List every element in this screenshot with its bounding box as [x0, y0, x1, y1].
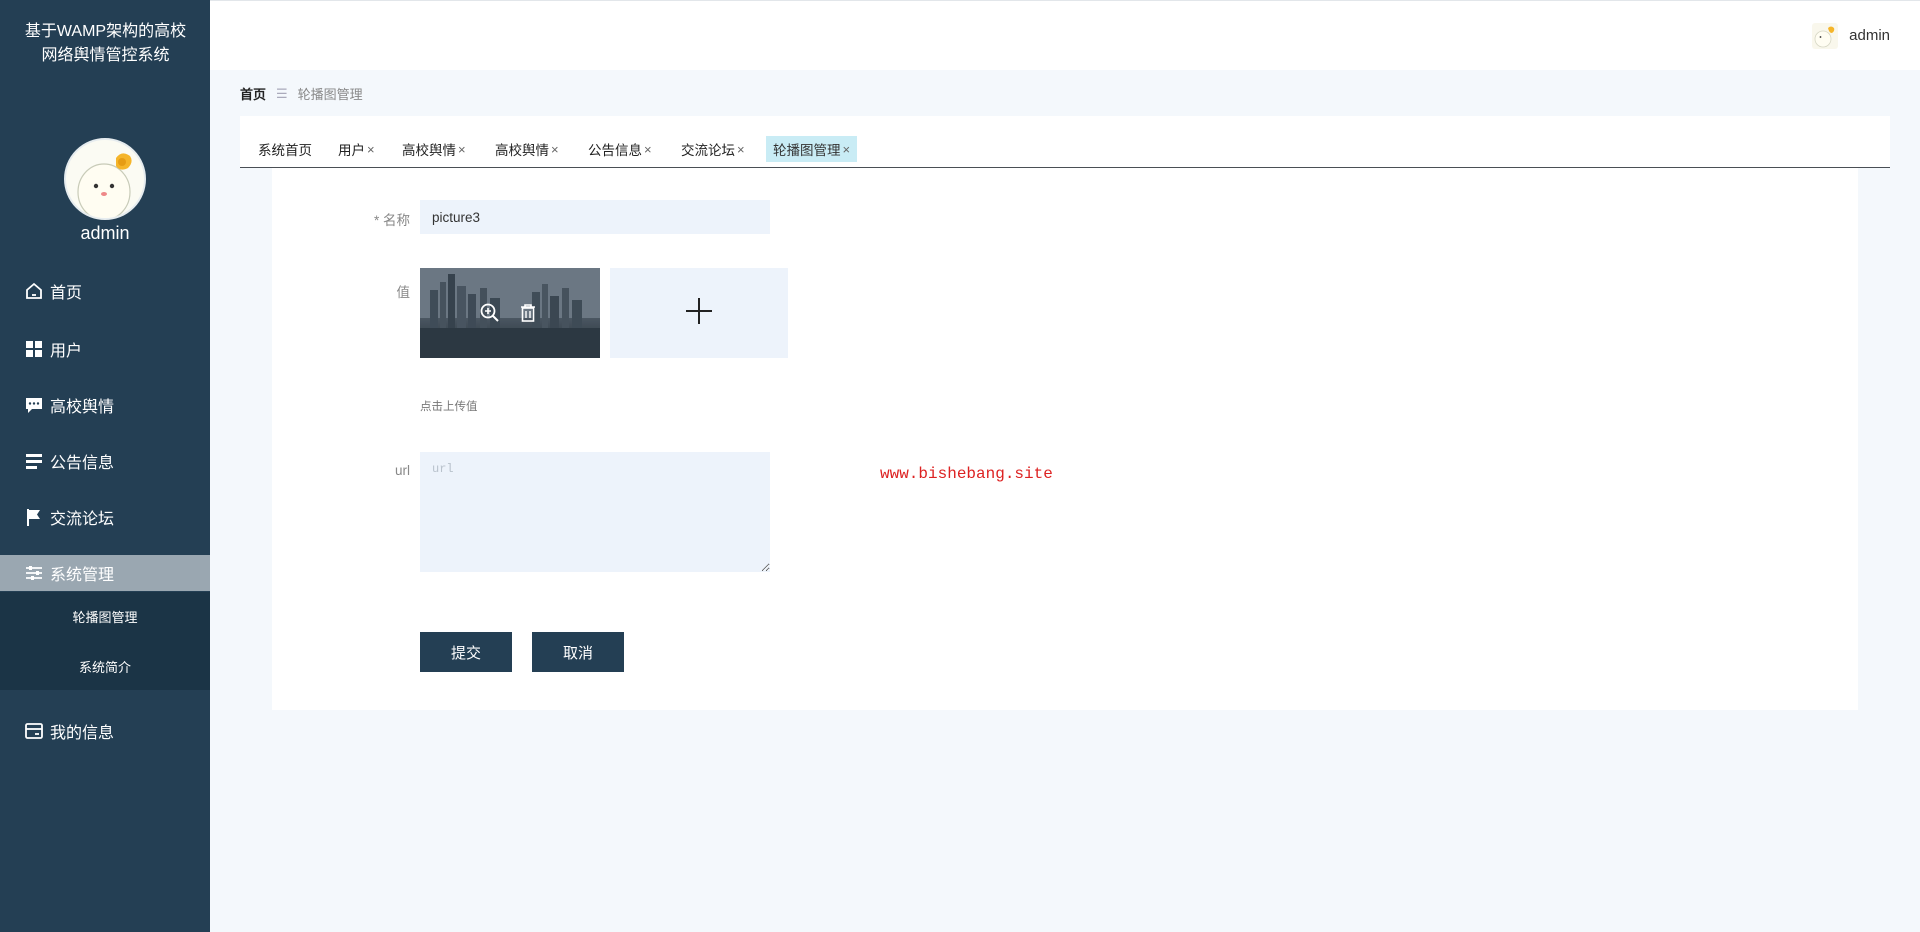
app-title: 基于WAMP架构的高校网络舆情管控系统	[24, 23, 187, 64]
watermark-text: www.bishebang.site	[880, 465, 1053, 483]
tab-home[interactable]: 系统首页	[251, 136, 319, 162]
sidebar: 基于WAMP架构的高校网络舆情管控系统 admin 首页 用户 高校舆情 公告信…	[0, 0, 210, 932]
hamster-avatar-icon	[77, 153, 132, 218]
tab-label: 交流论坛	[681, 143, 735, 158]
sidebar-item-label: 公告信息	[50, 455, 115, 472]
top-header: admin	[210, 0, 1920, 70]
tab-opinion[interactable]: 高校舆情 ×	[395, 136, 473, 162]
cancel-button[interactable]: 取消	[532, 632, 624, 672]
tab-label: 高校舆情	[495, 143, 549, 158]
user-avatar-icon[interactable]	[1812, 23, 1838, 49]
close-icon[interactable]: ×	[367, 142, 375, 157]
plus-icon	[684, 296, 714, 331]
tab-forum[interactable]: 交流论坛 ×	[674, 136, 752, 162]
avatar[interactable]	[64, 138, 146, 220]
sidebar-item-label: 高校舆情	[50, 399, 115, 416]
sidebar-item-opinion[interactable]: 高校舆情	[0, 387, 210, 423]
sliders-icon	[24, 562, 46, 584]
tab-label: 公告信息	[588, 143, 642, 158]
sidebar-item-announcements[interactable]: 公告信息	[0, 443, 210, 479]
tab-bar: 系统首页 用户 × 高校舆情 × 高校舆情 × 公告信息 × 交流论坛 × 轮播…	[240, 116, 1890, 168]
tab-opinion-2[interactable]: 高校舆情 ×	[488, 136, 566, 162]
home-icon	[24, 280, 46, 302]
close-icon[interactable]: ×	[737, 142, 745, 157]
submenu-item-system-intro[interactable]: 系统简介	[0, 646, 210, 686]
name-label: * 名称	[373, 213, 410, 228]
close-icon[interactable]: ×	[458, 142, 466, 157]
zoom-in-icon[interactable]	[478, 301, 502, 325]
sidebar-item-home[interactable]: 首页	[0, 273, 210, 309]
sidebar-item-label: 系统管理	[50, 567, 115, 584]
sidebar-item-users[interactable]: 用户	[0, 331, 210, 367]
breadcrumb-home[interactable]: 首页	[240, 84, 266, 103]
breadcrumb-current: 轮播图管理	[297, 87, 363, 102]
upload-hint: 点击上传值	[420, 401, 478, 413]
delete-icon[interactable]	[516, 301, 540, 325]
username-label[interactable]: admin	[1849, 27, 1890, 44]
grid-icon	[24, 338, 46, 360]
thumbnail-overlay	[420, 268, 600, 358]
tab-announcements[interactable]: 公告信息 ×	[581, 136, 659, 162]
url-label: url	[394, 463, 410, 478]
card-icon	[24, 720, 46, 742]
chat-icon	[24, 394, 46, 416]
form-card	[272, 168, 1858, 710]
sidebar-item-label: 我的信息	[50, 725, 115, 742]
tab-label: 系统首页	[258, 143, 312, 158]
value-label: 值	[396, 285, 411, 300]
list-icon	[24, 450, 46, 472]
sidebar-item-forum[interactable]: 交流论坛	[0, 499, 210, 535]
sidebar-item-label: 首页	[50, 285, 83, 302]
sidebar-item-my-info[interactable]: 我的信息	[0, 713, 210, 749]
tab-label: 轮播图管理	[773, 143, 841, 158]
uploaded-image-thumbnail[interactable]	[420, 268, 600, 358]
upload-button[interactable]	[610, 268, 788, 358]
tab-users[interactable]: 用户 ×	[331, 136, 382, 162]
sidebar-item-label: 交流论坛	[50, 511, 115, 528]
flag-icon	[24, 506, 46, 528]
sidebar-item-system[interactable]: 系统管理	[0, 555, 210, 591]
close-icon[interactable]: ×	[644, 142, 652, 157]
tab-label: 用户	[338, 143, 365, 158]
submit-button[interactable]: 提交	[420, 632, 512, 672]
breadcrumb: 首页 ☰ 轮播图管理	[240, 84, 363, 103]
system-submenu: 轮播图管理 系统简介	[0, 592, 210, 690]
name-input[interactable]	[420, 200, 770, 234]
sidebar-item-label: 用户	[50, 343, 83, 360]
profile-name: admin	[80, 223, 130, 243]
submenu-item-carousel[interactable]: 轮播图管理	[0, 596, 210, 636]
close-icon[interactable]: ×	[551, 142, 559, 157]
tab-label: 高校舆情	[402, 143, 456, 158]
tab-carousel[interactable]: 轮播图管理 ×	[766, 136, 858, 162]
close-icon[interactable]: ×	[843, 142, 851, 157]
breadcrumb-separator-icon: ☰	[276, 85, 288, 101]
url-textarea[interactable]	[420, 452, 770, 572]
